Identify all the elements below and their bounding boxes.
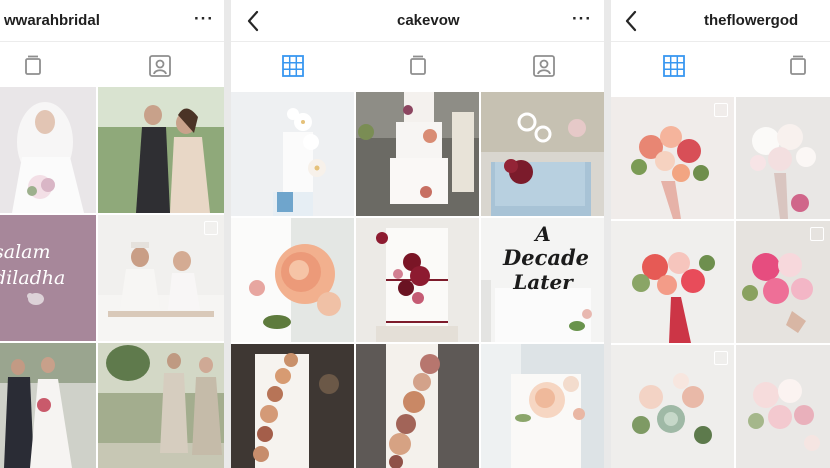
profile-panel-wwarahbridal: wwarahbridal ··· salam diladha [0, 0, 224, 468]
photo-tile-couple-seated[interactable] [98, 215, 224, 341]
more-options-icon[interactable]: ··· [572, 9, 592, 29]
greeting-text-line2: diladha [0, 267, 66, 289]
photo-tile-cake-number-topper[interactable] [481, 92, 604, 216]
profile-tabs [231, 43, 604, 87]
profile-tabs [0, 43, 224, 87]
back-icon[interactable] [245, 9, 261, 33]
profile-panel-cakevow: cakevow ··· A Decade Later [231, 0, 604, 468]
profile-panel-theflowergod: theflowergod [611, 0, 830, 468]
profile-username: cakevow [397, 12, 460, 29]
photo-tile-cascade-cake[interactable] [231, 344, 354, 468]
igtv-icon[interactable] [405, 53, 431, 79]
grid-icon[interactable] [661, 53, 687, 79]
photo-tile-pink-peony-bouquet[interactable] [736, 221, 830, 343]
multi-photo-icon [714, 351, 728, 365]
photo-tile-succulent-bouquet[interactable] [611, 345, 734, 468]
multi-photo-icon [204, 221, 218, 235]
photo-tile-burgundy-flower-cake[interactable] [356, 218, 479, 342]
panel-divider [604, 0, 611, 468]
more-options-icon[interactable]: ··· [194, 9, 214, 29]
photo-tile-white-bouquet[interactable] [736, 97, 830, 219]
photo-tile-red-bouquet[interactable] [611, 221, 734, 343]
profile-header: wwarahbridal ··· [0, 0, 224, 42]
igtv-icon[interactable] [20, 53, 46, 79]
photo-grid: salam diladha [0, 87, 224, 468]
igtv-icon[interactable] [785, 53, 811, 79]
topper-line-1: A [535, 222, 551, 246]
profile-username: wwarahbridal [4, 12, 100, 29]
photo-grid: A Decade Later [231, 92, 604, 468]
tagged-icon[interactable] [531, 53, 557, 79]
photo-tile-couple-garden[interactable] [98, 343, 224, 468]
photo-tile-autumn-flower-cake[interactable] [356, 344, 479, 468]
photo-tile-white-cake-orchids[interactable] [231, 92, 354, 216]
topper-line-2: Decade [503, 245, 590, 270]
multi-photo-icon [714, 103, 728, 117]
photo-tile-couple-standing[interactable] [0, 343, 96, 468]
photo-tile-bride-hijab[interactable] [0, 87, 96, 213]
grid-icon[interactable] [280, 53, 306, 79]
multi-photo-icon [810, 227, 824, 241]
photo-tile-sugar-peony[interactable] [231, 218, 354, 342]
topper-line-3: Later [513, 270, 573, 294]
photo-tile-couple-outdoor[interactable] [98, 87, 224, 213]
cake-topper-text: A Decade Later [503, 222, 590, 294]
photo-tile-decade-topper-cake[interactable]: A Decade Later [481, 218, 604, 342]
profile-tabs [611, 43, 830, 87]
photo-tile-tiered-cake-roses[interactable] [356, 92, 479, 216]
greeting-text-line1: salam [0, 241, 51, 263]
profile-header: cakevow ··· [231, 0, 604, 42]
photo-tile-peach-bouquet[interactable] [611, 97, 734, 219]
profile-username: theflowergod [704, 12, 799, 29]
photo-tile-greeting-card[interactable]: salam diladha [0, 215, 96, 341]
profile-header: theflowergod [611, 0, 830, 42]
photo-tile-blush-bouquet[interactable] [736, 345, 830, 468]
back-icon[interactable] [623, 9, 639, 33]
tagged-icon[interactable] [147, 53, 173, 79]
photo-tile-garden-rose-cake[interactable] [481, 344, 604, 468]
panel-divider [224, 0, 231, 468]
photo-grid [611, 97, 830, 468]
